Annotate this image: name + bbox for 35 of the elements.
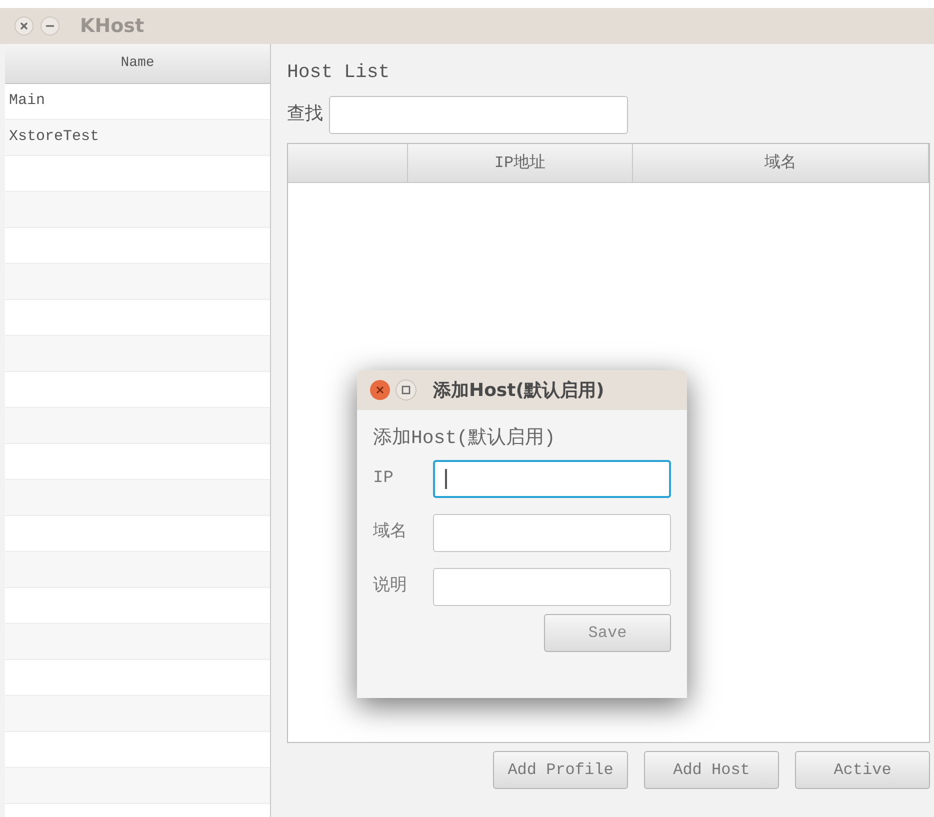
dialog-heading: 添加Host(默认启用) [373,426,556,450]
section-title: Host List [287,60,391,84]
search-label: 查找 [287,103,323,126]
save-button[interactable]: Save [544,614,671,652]
list-row[interactable]: XstoreTest [5,120,270,156]
dialog-title: 添加Host(默认启用) [433,378,604,402]
list-row[interactable] [5,192,270,228]
field-label: IP [373,468,394,490]
list-row[interactable] [5,768,270,804]
list-row[interactable] [5,264,270,300]
input-field[interactable] [433,514,671,552]
close-icon[interactable] [14,16,34,36]
input-field[interactable] [433,568,671,606]
field-label: 说明 [373,575,408,598]
minimize-icon[interactable] [40,16,60,36]
column-header[interactable]: Name [5,44,270,84]
search-field[interactable] [329,96,628,134]
window-title: KHost [80,14,144,39]
list-row[interactable] [5,480,270,516]
list-row[interactable] [5,552,270,588]
field-label: 域名 [373,521,408,544]
list-row[interactable] [5,696,270,732]
maximize-icon[interactable] [395,379,417,401]
close-icon[interactable] [369,379,391,401]
input-field[interactable] [433,460,671,498]
text-cursor [445,469,447,489]
action-button[interactable]: Active [795,751,930,789]
list-row[interactable] [5,624,270,660]
column-header[interactable]: 域名 [633,144,929,183]
list-row[interactable] [5,408,270,444]
action-button[interactable]: Add Profile [493,751,628,789]
column-header[interactable] [288,144,408,183]
action-button[interactable]: Add Host [644,751,779,789]
column-header[interactable]: IP地址 [408,144,633,183]
list-row[interactable] [5,336,270,372]
